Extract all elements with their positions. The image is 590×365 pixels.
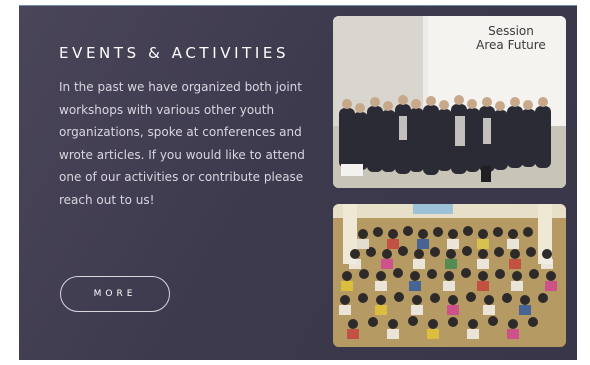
events-activities-section: EVENTS & ACTIVITIES In the past we have …: [19, 5, 577, 360]
photo-sign-text: Session Area Future: [466, 24, 556, 52]
section-description: In the past we have organized both joint…: [59, 80, 305, 207]
sign-line-2: Area Future: [476, 38, 546, 52]
more-button[interactable]: MORE: [60, 276, 170, 312]
section-heading: EVENTS & ACTIVITIES: [59, 44, 290, 62]
group-photo-session-area-future: Session Area Future: [333, 16, 566, 188]
large-group-photo: [333, 204, 566, 347]
sign-line-1: Session: [488, 24, 534, 38]
group-photo-2-image: [333, 204, 566, 347]
